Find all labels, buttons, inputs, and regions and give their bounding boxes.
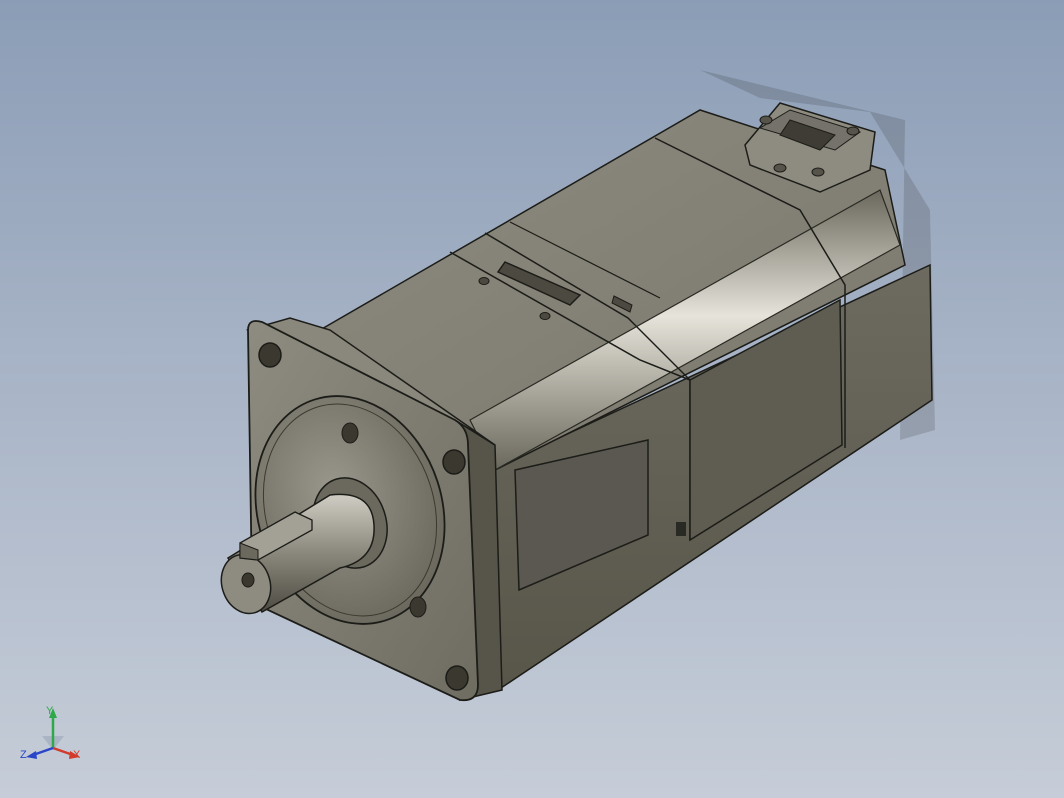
connector-screw-1 <box>759 115 773 125</box>
triad-y-label: Y <box>46 705 54 717</box>
shaft-center-hole <box>241 572 255 588</box>
graphics-viewport[interactable]: X Y Z <box>0 0 1064 798</box>
mount-hole-bottom-right <box>445 665 469 691</box>
mount-hole-top-right <box>442 449 466 475</box>
top-hole-2 <box>539 312 551 320</box>
boss-hole-top <box>341 422 359 444</box>
mount-hole-top-left <box>258 342 282 368</box>
servo-motor-model[interactable] <box>0 0 1064 798</box>
side-slot <box>676 522 686 536</box>
boss-hole-bottom <box>409 596 427 618</box>
connector-screw-4 <box>811 167 825 177</box>
top-hole-1 <box>478 277 490 285</box>
connector-screw-2 <box>846 126 860 136</box>
z-arrow-icon <box>26 751 37 759</box>
connector-screw-3 <box>773 163 787 173</box>
triad-z-label: Z <box>20 749 27 761</box>
triad-x-label: X <box>73 749 81 761</box>
view-orientation-triad[interactable]: X Y Z <box>18 700 88 772</box>
